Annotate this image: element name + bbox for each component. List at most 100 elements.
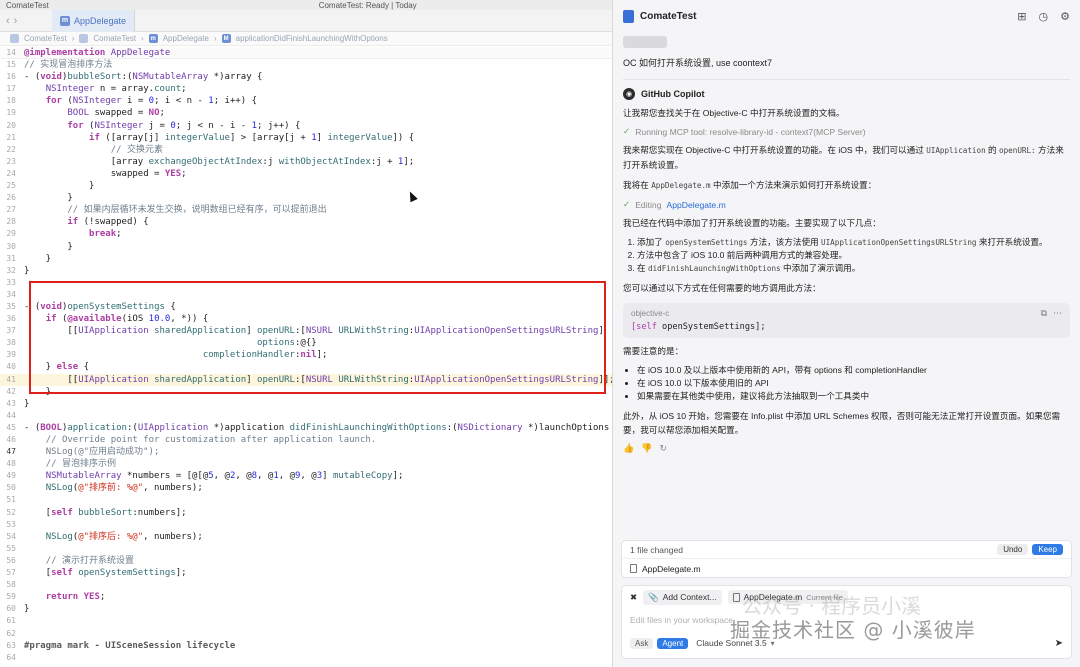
history-icon[interactable]: ◷ [1039, 10, 1049, 23]
changed-file-row[interactable]: AppDelegate.m [622, 559, 1071, 578]
code-text: // 冒泡排序示例 [45, 459, 116, 470]
retry-icon[interactable]: ↻ [659, 443, 667, 454]
code-line[interactable]: 48 // 冒泡排序示例 [0, 458, 612, 470]
code-line[interactable]: 56 // 演示打开系统设置 [0, 555, 612, 567]
send-icon[interactable]: ➤ [1055, 638, 1063, 649]
code-line[interactable]: 62 [0, 628, 612, 640]
assistant-text: 需要注意的是： [623, 346, 684, 356]
keep-button[interactable]: Keep [1032, 544, 1063, 555]
code-line[interactable]: 64 [0, 652, 612, 664]
tools-icon[interactable]: ✖ [630, 592, 637, 603]
thumbs-down-icon[interactable]: 👎 [641, 443, 652, 454]
insert-icon[interactable]: ⋯ [1053, 308, 1062, 319]
code-line[interactable]: 35 - (void)openSystemSettings { [0, 301, 612, 313]
code-text: if (@available(iOS 10.0, *)) { [45, 314, 209, 325]
code-line[interactable]: 24 swapped = YES; [0, 168, 612, 180]
code-line[interactable]: 51 [0, 494, 612, 506]
code-line[interactable]: 18 for (NSInteger i = 0; i < n - 1; i++)… [0, 95, 612, 107]
code-line[interactable]: 42 } [0, 386, 612, 398]
code-line[interactable]: 33 [0, 277, 612, 289]
user-message: OC 如何打开系统设置, use coontext7 [623, 58, 773, 68]
gear-icon[interactable]: ⚙ [1060, 10, 1070, 23]
code-line[interactable]: 40 } else { [0, 361, 612, 373]
code-line[interactable]: 58 [0, 579, 612, 591]
code-text: } [24, 398, 30, 409]
method-icon: M [221, 34, 231, 43]
code-line[interactable]: 43} [0, 398, 612, 410]
code-text: } [24, 604, 30, 615]
jumpbar-item[interactable]: ComateTest [24, 34, 67, 43]
list-item: 在 didFinishLaunchingWithOptions 中添加了演示调用… [637, 262, 1070, 275]
code-line[interactable]: 14 @implementation AppDelegate [0, 47, 612, 60]
code-line[interactable]: 52 [self bubbleSort:numbers]; [0, 507, 612, 519]
code-text: @implementation AppDelegate [24, 48, 171, 58]
code-line[interactable]: 19 BOOL swapped = NO; [0, 107, 612, 119]
code-line[interactable]: 26 } [0, 192, 612, 204]
code-text: BOOL swapped = NO; [67, 108, 165, 119]
forward-icon[interactable]: › [14, 15, 18, 27]
code-text: [array exchangeObjectAtIndex:j withObjec… [24, 156, 415, 167]
add-context-button[interactable]: 📎 Add Context... [643, 589, 722, 605]
code-line[interactable]: 25 } [0, 180, 612, 192]
summary-list: 添加了 openSystemSettings 方法，该方法使用 UIApplic… [623, 236, 1070, 275]
code-line[interactable]: 57 [self openSystemSettings]; [0, 567, 612, 579]
code-line[interactable]: 20 for (NSInteger j = 0; j < n - i - 1; … [0, 120, 612, 132]
line-number: 39 [6, 350, 16, 360]
code-text: - (BOOL)application:(UIApplication *)app… [24, 422, 612, 433]
jumpbar-item[interactable]: ComateTest [93, 34, 136, 43]
file-link[interactable]: AppDelegate.m [666, 200, 725, 210]
code-line[interactable]: 37 [[UIApplication sharedApplication] op… [0, 325, 612, 337]
code-line[interactable]: 34 [0, 289, 612, 301]
code-line[interactable]: 29 break; [0, 228, 612, 240]
assistant-name: GitHub Copilot [641, 89, 705, 99]
jumpbar-item[interactable]: AppDelegate [163, 34, 209, 43]
jump-bar[interactable]: ComateTest › ComateTest › m AppDelegate … [0, 32, 612, 46]
code-line[interactable]: 38 options:@{} [0, 337, 612, 349]
mode-ask-button[interactable]: Ask [630, 637, 654, 649]
code-line[interactable]: 30 } [0, 241, 612, 253]
code-line[interactable]: 23 [array exchangeObjectAtIndex:j withOb… [0, 156, 612, 168]
chat-transcript[interactable]: OC 如何打开系统设置, use coontext7 ◉ GitHub Copi… [613, 32, 1080, 532]
assistant-text: 我已经在代码中添加了打开系统设置的功能。主要实现了以下几点： [623, 218, 881, 228]
code-line[interactable]: 16 - (void)bubbleSort:(NSMutableArray *)a… [0, 71, 612, 83]
code-line[interactable]: 44 [0, 410, 612, 422]
thumbs-up-icon[interactable]: 👍 [623, 443, 634, 454]
copy-icon[interactable]: ⧉ [1041, 308, 1047, 319]
code-line[interactable]: 32} [0, 265, 612, 277]
code-line[interactable]: 47 NSLog(@"应用启动成功"); [0, 446, 612, 458]
tool-run-text: Running MCP tool: resolve-library-id - c… [635, 126, 866, 137]
new-chat-icon[interactable]: ⊞ [1017, 10, 1026, 23]
code-line[interactable]: 50 NSLog(@"排序前: %@", numbers); [0, 482, 612, 494]
code-line[interactable]: 39 completionHandler:nil]; [0, 349, 612, 361]
code-line[interactable]: 63 #pragma mark - UISceneSession lifecycl… [0, 640, 612, 652]
code-area[interactable]: 14 @implementation AppDelegate 15 // 实现冒泡排序… [0, 47, 612, 667]
code-line[interactable]: 55 [0, 543, 612, 555]
code-line[interactable]: 21 if ([array[j] integerValue] > [array[… [0, 132, 612, 144]
inline-code: UIApplication [926, 146, 986, 155]
code-editor[interactable]: ComateTest ComateTest: Ready | Today ‹ ›… [0, 0, 612, 667]
back-icon[interactable]: ‹ [6, 15, 10, 27]
code-line[interactable]: 36 if (@available(iOS 10.0, *)) { [0, 313, 612, 325]
code-line[interactable]: 28 if (!swapped) { [0, 216, 612, 228]
line-number: 40 [6, 362, 16, 372]
code-line[interactable]: 54 NSLog(@"排序后: %@", numbers); [0, 531, 612, 543]
code-line[interactable]: 22 // 交换元素 [0, 144, 612, 156]
code-line[interactable]: 31 } [0, 253, 612, 265]
code-line[interactable]: 46 // Override point for customization a… [0, 434, 612, 446]
code-line[interactable]: 45 - (BOOL)application:(UIApplication *)a… [0, 422, 612, 434]
code-line[interactable]: 53 [0, 519, 612, 531]
code-line[interactable]: 59 return YES; [0, 591, 612, 603]
line-number: 52 [6, 507, 16, 517]
code-line[interactable]: 61 [0, 615, 612, 627]
code-language-label: objective-c [631, 309, 670, 318]
tab-appdelegate[interactable]: m AppDelegate [52, 9, 136, 32]
undo-button[interactable]: Undo [997, 544, 1029, 555]
jumpbar-item[interactable]: applicationDidFinishLaunchingWithOptions [236, 34, 388, 43]
code-line[interactable]: 17 NSInteger n = array.count; [0, 83, 612, 95]
code-line[interactable]: 49 NSMutableArray *numbers = [@[@5, @2, … [0, 470, 612, 482]
code-line[interactable]: 60} [0, 603, 612, 615]
code-line[interactable]: 41 [[UIApplication sharedApplication] op… [0, 373, 612, 386]
code-line[interactable]: 27 // 如果内层循环未发生交换，说明数组已经有序，可以提前退出 [0, 204, 612, 216]
code-line[interactable]: 15 // 实现冒泡排序方法 [0, 59, 612, 71]
mode-agent-button[interactable]: Agent [657, 637, 689, 649]
